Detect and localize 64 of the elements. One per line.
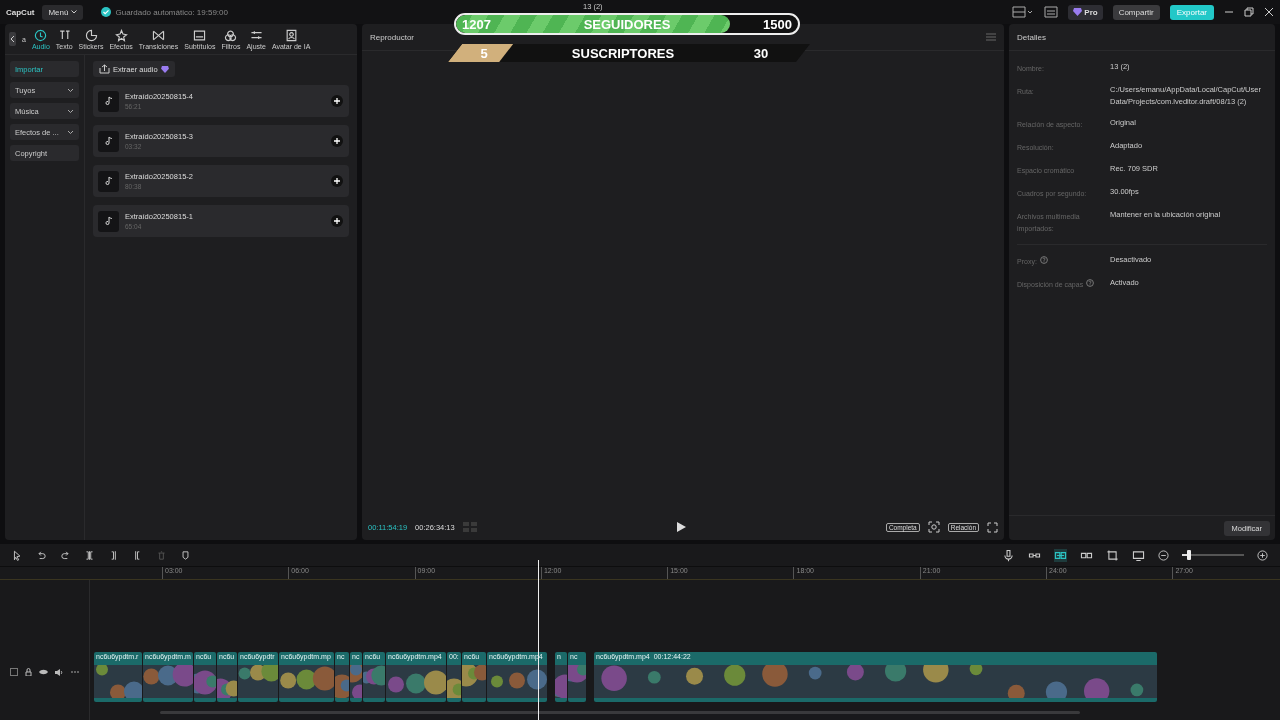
followers-count: 1207	[462, 16, 491, 32]
chevron-icon	[67, 87, 74, 93]
music-note-icon	[98, 170, 119, 192]
marker-icon[interactable]	[180, 549, 191, 561]
help-icon[interactable]	[1086, 279, 1095, 287]
subscribers-label: SUSCRIPTORES	[570, 45, 676, 61]
avatar-icon	[284, 28, 298, 42]
music-note-icon	[98, 210, 119, 232]
chevron-icon	[71, 10, 78, 14]
pointer-icon[interactable]	[12, 549, 23, 561]
transition-icon	[152, 28, 166, 42]
add-icon[interactable]	[331, 95, 343, 107]
subscribers-goal: 30	[752, 45, 770, 61]
layout-icon[interactable]	[1012, 6, 1035, 18]
track-icon[interactable]	[10, 668, 18, 676]
undo-icon[interactable]	[36, 549, 47, 561]
music-note-icon	[98, 130, 119, 152]
sticker-icon	[84, 28, 98, 42]
share-button[interactable]: Compartir	[1112, 4, 1160, 20]
autosave-status: Guardado automático: 19:59:00	[115, 7, 228, 17]
add-icon[interactable]	[331, 135, 343, 147]
fullscreen-icon[interactable]	[987, 521, 998, 533]
audio-icon	[34, 28, 48, 42]
split-icon[interactable]	[84, 549, 95, 561]
panel-icon[interactable]	[1044, 6, 1059, 18]
caption-icon	[193, 28, 207, 42]
filter-icon	[224, 28, 238, 42]
menu-button[interactable]: Menú	[42, 4, 84, 20]
zoom-out-icon[interactable]	[1158, 549, 1169, 561]
focus-icon[interactable]	[927, 521, 940, 533]
screen-icon[interactable]	[1132, 548, 1145, 562]
chevron-icon	[67, 129, 74, 135]
gem-icon	[1073, 8, 1083, 16]
add-icon[interactable]	[331, 175, 343, 187]
check-icon	[101, 7, 112, 17]
restore-icon[interactable]	[1244, 7, 1254, 17]
back-arrow-icon[interactable]	[9, 32, 16, 46]
slider-handle[interactable]	[1187, 550, 1192, 560]
panel-title: Reproductor	[370, 32, 415, 42]
add-icon[interactable]	[331, 215, 343, 227]
text-icon	[57, 28, 71, 42]
subscribers-count: 5	[479, 45, 489, 61]
close-icon[interactable]	[1264, 7, 1274, 17]
gem-icon	[160, 65, 169, 73]
eye-icon[interactable]	[39, 669, 48, 675]
sliders-icon	[249, 28, 263, 42]
snap-icon[interactable]	[1054, 548, 1067, 562]
play-icon[interactable]	[676, 522, 686, 532]
lock-icon[interactable]	[25, 668, 32, 676]
app-logo: CapCut	[6, 7, 35, 17]
sparkle-icon	[114, 28, 128, 42]
crop-icon[interactable]	[1106, 548, 1119, 562]
panel-title: Detalles	[1017, 32, 1046, 42]
chevron-icon	[67, 108, 74, 114]
music-note-icon	[98, 90, 119, 112]
redo-icon[interactable]	[60, 549, 71, 561]
microphone-icon[interactable]	[1002, 548, 1015, 562]
pro-button[interactable]: Pro	[1068, 4, 1103, 20]
upload-icon	[99, 64, 110, 74]
zoom-in-icon[interactable]	[1257, 549, 1268, 561]
help-icon[interactable]	[1039, 256, 1048, 264]
followers-label: SEGUIDORES	[582, 16, 672, 32]
followers-goal: 1500	[763, 16, 792, 32]
speaker-icon[interactable]	[55, 668, 64, 676]
